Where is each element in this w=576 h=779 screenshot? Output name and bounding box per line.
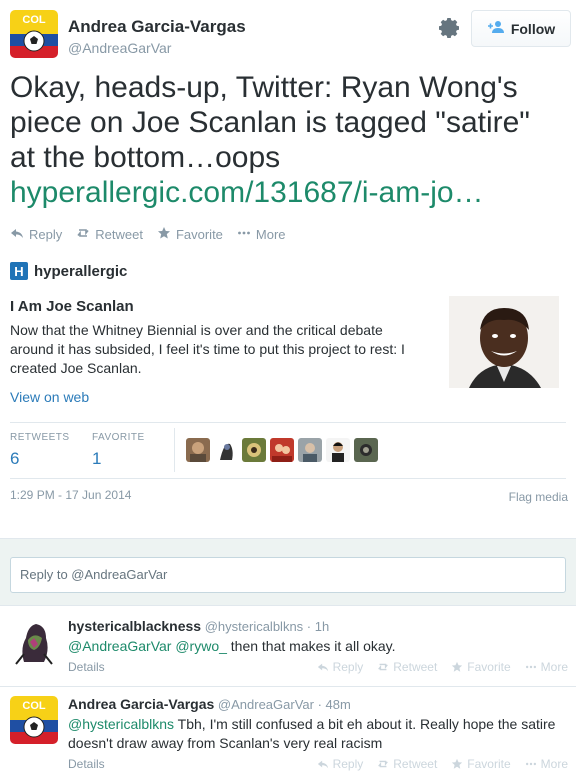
details-link[interactable]: Details bbox=[68, 757, 105, 771]
favorites-stat[interactable]: FAVORITE 1 bbox=[92, 432, 145, 469]
retweeter-avatar[interactable] bbox=[186, 438, 210, 462]
author-name[interactable]: Andrea Garcia-Vargas bbox=[68, 17, 246, 37]
retweet-label: Retweet bbox=[95, 227, 143, 242]
reply-button[interactable]: Reply bbox=[10, 226, 62, 243]
card-image[interactable] bbox=[449, 296, 559, 388]
reply-tweet: hystericalblackness @hystericalblkns · 1… bbox=[0, 618, 576, 682]
retweeter-avatar[interactable] bbox=[298, 438, 322, 462]
reply-header: Andrea Garcia-Vargas @AndreaGarVar · 48m bbox=[68, 696, 351, 712]
retweeter-avatar[interactable] bbox=[270, 438, 294, 462]
details-link[interactable]: Details bbox=[68, 660, 105, 674]
hyperallergic-logo-icon: H bbox=[10, 262, 28, 280]
retweets-label: RETWEETS bbox=[10, 432, 70, 443]
reply-text-body: then that makes it all okay. bbox=[226, 638, 396, 654]
reply-icon bbox=[317, 760, 328, 769]
reply-author-name[interactable]: Andrea Garcia-Vargas bbox=[68, 696, 214, 712]
author-handle[interactable]: @AndreaGarVar bbox=[68, 40, 171, 56]
star-icon bbox=[157, 226, 171, 243]
reply-avatar[interactable] bbox=[10, 618, 58, 666]
more-label: More bbox=[255, 227, 286, 242]
reply-author-name[interactable]: hystericalblackness bbox=[68, 618, 201, 634]
reply-text: @AndreaGarVar @rywo_ then that makes it … bbox=[68, 637, 568, 656]
svg-text:COL: COL bbox=[22, 700, 46, 712]
retweeter-avatar[interactable] bbox=[242, 438, 266, 462]
reply-input[interactable]: Reply to @AndreaGarVar bbox=[10, 557, 566, 593]
author-avatar[interactable]: COL bbox=[10, 10, 58, 58]
favorite-count: 1 bbox=[92, 449, 102, 468]
reply-mentions[interactable]: @hystericalblkns bbox=[68, 716, 174, 732]
more-icon bbox=[525, 762, 536, 766]
retweeter-avatars bbox=[186, 438, 378, 462]
reply-header: hystericalblackness @hystericalblkns · 1… bbox=[68, 618, 329, 634]
divider bbox=[10, 478, 566, 479]
star-icon bbox=[452, 758, 463, 769]
retweets-count: 6 bbox=[10, 449, 20, 468]
reply-button[interactable]: Reply bbox=[317, 757, 363, 771]
reply-avatar[interactable]: COL bbox=[10, 696, 58, 744]
tweet-text-body: Okay, heads-up, Twitter: Ryan Wong's pie… bbox=[10, 71, 530, 174]
retweet-icon bbox=[378, 663, 389, 671]
follow-button[interactable]: Follow bbox=[471, 10, 571, 47]
follow-label: Follow bbox=[510, 20, 556, 37]
reply-button[interactable]: Reply bbox=[317, 660, 363, 674]
tweet-timestamp[interactable]: 1:29 PM - 17 Jun 2014 bbox=[10, 488, 131, 502]
divider bbox=[10, 422, 566, 423]
tweet-actions: Reply Retweet Favorite More bbox=[10, 226, 286, 243]
more-icon bbox=[237, 226, 251, 243]
reply-tweet: COL Andrea Garcia-Vargas @AndreaGarVar ·… bbox=[0, 696, 576, 776]
reply-icon bbox=[10, 226, 24, 243]
tweet-link[interactable]: hyperallergic.com/131687/i-am-jo… bbox=[10, 176, 484, 209]
more-button[interactable]: More bbox=[525, 660, 568, 674]
retweet-button[interactable]: Retweet bbox=[76, 226, 143, 243]
reply-area: Reply to @AndreaGarVar bbox=[0, 538, 576, 606]
favorite-button[interactable]: Favorite bbox=[157, 226, 223, 243]
reply-label: Reply bbox=[29, 227, 63, 242]
retweeter-avatar[interactable] bbox=[354, 438, 378, 462]
retweeter-avatar[interactable] bbox=[214, 438, 238, 462]
retweet-button[interactable]: Retweet bbox=[377, 660, 437, 674]
favorite-button[interactable]: Favorite bbox=[451, 660, 511, 674]
retweet-icon bbox=[76, 226, 90, 243]
card-description: Now that the Whitney Biennial is over an… bbox=[10, 322, 405, 376]
retweet-icon bbox=[378, 760, 389, 768]
more-button[interactable]: More bbox=[525, 757, 568, 771]
card-source-name: hyperallergic bbox=[34, 262, 128, 280]
favorite-label-text: FAVORITE bbox=[92, 432, 145, 443]
reply-mentions[interactable]: @AndreaGarVar @rywo_ bbox=[68, 638, 227, 654]
card-source[interactable]: H hyperallergic bbox=[10, 262, 127, 280]
retweeter-avatar[interactable] bbox=[326, 438, 350, 462]
retweets-stat[interactable]: RETWEETS 6 bbox=[10, 432, 70, 469]
view-on-web-link[interactable]: View on web bbox=[10, 389, 89, 405]
more-icon bbox=[525, 665, 536, 669]
retweet-button[interactable]: Retweet bbox=[377, 757, 437, 771]
reply-actions: Reply Retweet Favorite More bbox=[317, 757, 568, 771]
star-icon bbox=[452, 661, 463, 672]
reply-text: @hystericalblkns Tbh, I'm still confused… bbox=[68, 715, 568, 753]
add-user-icon bbox=[487, 20, 505, 37]
tweet-header: COL Andrea Garcia-Vargas @AndreaGarVar F… bbox=[10, 10, 571, 62]
gear-icon[interactable] bbox=[438, 16, 462, 40]
divider bbox=[174, 428, 175, 472]
flag-media-link[interactable]: Flag media bbox=[509, 490, 568, 504]
reply-meta[interactable]: @hystericalblkns · 1h bbox=[205, 619, 329, 634]
favorite-button[interactable]: Favorite bbox=[451, 757, 511, 771]
reply-meta[interactable]: @AndreaGarVar · 48m bbox=[218, 697, 351, 712]
favorite-label: Favorite bbox=[175, 227, 223, 242]
reply-actions: Reply Retweet Favorite More bbox=[317, 660, 568, 674]
divider bbox=[0, 686, 576, 687]
more-button[interactable]: More bbox=[237, 226, 286, 243]
tweet-text: Okay, heads-up, Twitter: Ryan Wong's pie… bbox=[10, 70, 560, 210]
reply-icon bbox=[317, 663, 328, 672]
svg-text:COL: COL bbox=[22, 14, 46, 26]
card-title[interactable]: I Am Joe Scanlan bbox=[10, 298, 134, 315]
